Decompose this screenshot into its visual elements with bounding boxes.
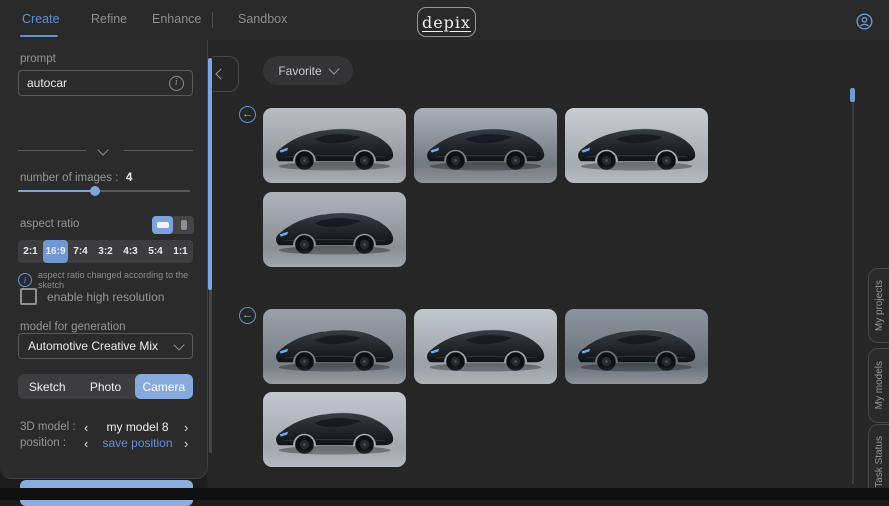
generated-image-1-3[interactable] (565, 108, 708, 183)
tab-sandbox-label: Sandbox (238, 12, 287, 26)
tab-my-models-label: My models (874, 361, 885, 409)
tab-sandbox[interactable]: Sandbox (238, 0, 287, 38)
model-label: model for generation (20, 321, 125, 333)
high-res-label: enable high resolution (47, 290, 164, 304)
model3d-label: 3D model : (20, 421, 76, 433)
position-label: position : (20, 437, 66, 449)
prompt-label: prompt (20, 53, 56, 65)
tab-my-models[interactable]: My models (868, 348, 889, 423)
tab-refine-label: Refine (91, 12, 127, 26)
prompt-input[interactable]: autocar i (18, 70, 193, 96)
results-scrollbar-track[interactable] (852, 88, 854, 484)
model3d-next-icon[interactable]: › (184, 421, 188, 434)
top-bar: Create Refine Enhance Sandbox depix (0, 0, 889, 40)
portrait-icon (181, 220, 187, 230)
position-prev-icon[interactable]: ‹ (84, 437, 88, 450)
arrow-left-icon: ← (242, 109, 253, 120)
generated-image-1-4[interactable] (263, 192, 406, 267)
position-value[interactable]: save position (95, 436, 180, 450)
sidebar-scrollbar-thumb[interactable] (208, 58, 212, 290)
ratio-16-9[interactable]: 16:9 (43, 240, 68, 263)
prompt-value: autocar (27, 76, 169, 90)
orientation-toggle (152, 216, 194, 234)
tab-camera[interactable]: Camera (135, 374, 193, 399)
high-res-row: enable high resolution (20, 288, 164, 305)
slider-thumb[interactable] (90, 186, 100, 196)
model3d-value: my model 8 (95, 420, 180, 434)
num-images-row: number of images : 4 (20, 170, 132, 184)
ratio-7-4[interactable]: 7:4 (68, 240, 93, 263)
chevron-down-icon (97, 144, 108, 155)
info-icon: i (18, 273, 32, 287)
num-images-slider[interactable] (0, 190, 207, 200)
arrow-left-icon: ← (242, 310, 253, 321)
bottom-strip (0, 488, 889, 500)
generated-image-2-1[interactable] (263, 309, 406, 384)
position-row: position : ‹ save position › (0, 434, 207, 452)
divider-left (18, 150, 86, 151)
tab-refine[interactable]: Refine (91, 0, 127, 38)
favorite-filter-label: Favorite (278, 64, 321, 78)
portrait-toggle[interactable] (173, 216, 194, 234)
chevron-down-icon (328, 63, 339, 74)
ratio-note-row: i aspect ratio changed according to the … (18, 270, 198, 290)
aspect-ratio-label: aspect ratio (20, 218, 79, 230)
num-images-value: 4 (126, 170, 133, 184)
generated-image-1-1[interactable] (263, 108, 406, 183)
results-scrollbar-thumb[interactable] (850, 88, 855, 102)
ratio-4-3[interactable]: 4:3 (118, 240, 143, 263)
tab-create[interactable]: Create (22, 0, 60, 38)
nav-divider (212, 12, 213, 28)
tab-enhance[interactable]: Enhance (152, 0, 201, 38)
ratio-1-1[interactable]: 1:1 (168, 240, 193, 263)
position-next-icon[interactable]: › (184, 437, 188, 450)
mode-tabs: Sketch Photo Camera (18, 374, 193, 399)
generated-image-2-4[interactable] (263, 392, 406, 467)
reuse-batch-2-button[interactable]: ← (239, 307, 256, 324)
high-res-checkbox[interactable] (20, 288, 37, 305)
ratio-5-4[interactable]: 5:4 (143, 240, 168, 263)
app-logo-text: depix (422, 13, 471, 32)
divider-right (124, 150, 193, 151)
favorite-filter-dropdown[interactable]: Favorite (263, 56, 353, 85)
model3d-prev-icon[interactable]: ‹ (84, 421, 88, 434)
tab-enhance-label: Enhance (152, 12, 201, 26)
generated-image-2-2[interactable] (414, 309, 557, 384)
tab-create-label: Create (22, 12, 60, 26)
generated-image-1-2[interactable] (414, 108, 557, 183)
sidebar-collapse-button[interactable] (211, 56, 239, 92)
slider-fill (18, 190, 95, 192)
landscape-icon (157, 222, 169, 228)
prompt-info-icon[interactable]: i (169, 76, 184, 91)
tab-my-projects[interactable]: My projects (868, 268, 889, 343)
tab-photo[interactable]: Photo (76, 374, 134, 399)
ratio-2-1[interactable]: 2:1 (18, 240, 43, 263)
ratio-note-text: aspect ratio changed according to the sk… (38, 270, 198, 290)
user-icon (856, 13, 873, 30)
tab-sketch[interactable]: Sketch (18, 374, 76, 399)
app-logo: depix (417, 7, 476, 37)
tab-task-status-label: Task Status (874, 436, 885, 488)
ratio-3-2[interactable]: 3:2 (93, 240, 118, 263)
user-account-button[interactable] (856, 13, 873, 30)
active-tab-underline (20, 35, 58, 37)
aspect-ratio-bar: 2:1 16:9 7:4 3:2 4:3 5:4 1:1 (18, 240, 193, 263)
landscape-toggle[interactable] (152, 216, 173, 234)
model-dropdown-value: Automotive Creative Mix (28, 339, 175, 353)
chevron-left-icon (215, 68, 226, 79)
model-dropdown[interactable]: Automotive Creative Mix (18, 333, 193, 359)
generated-image-2-3[interactable] (565, 309, 708, 384)
reuse-batch-1-button[interactable]: ← (239, 106, 256, 123)
num-images-label: number of images : (20, 172, 118, 184)
chevron-down-icon (173, 339, 184, 350)
generation-sidebar: prompt autocar i number of images : 4 as… (0, 40, 208, 479)
tab-my-projects-label: My projects (874, 280, 885, 331)
advanced-toggle[interactable] (0, 144, 207, 158)
